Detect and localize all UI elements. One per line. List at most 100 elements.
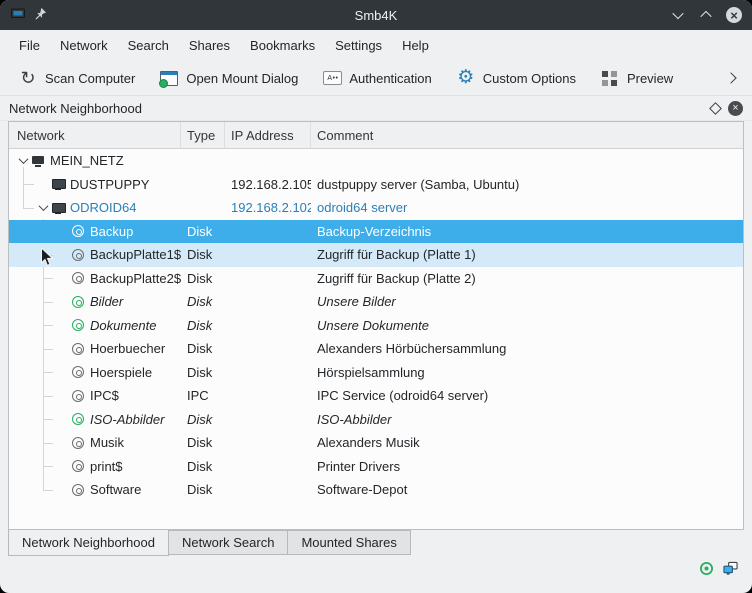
row-comment: odroid64 server	[311, 200, 743, 215]
menu-search[interactable]: Search	[119, 34, 178, 57]
toolbar-button-preview[interactable]: Preview	[592, 65, 681, 91]
network-icon	[31, 154, 45, 168]
toolbar-button-scan-computer[interactable]: Scan Computer	[10, 65, 143, 91]
tree-row-bilder[interactable]: Bilder Disk Unsere Bilder	[9, 290, 743, 314]
close-button[interactable]	[726, 7, 742, 23]
tree-row-backup[interactable]: Backup Disk Backup-Verzeichnis	[9, 220, 743, 244]
menu-help[interactable]: Help	[393, 34, 438, 57]
tree-row-musik[interactable]: Musik Disk Alexanders Musik	[9, 431, 743, 455]
host-icon	[51, 201, 65, 215]
minimize-button[interactable]	[670, 7, 686, 23]
share-icon	[71, 224, 85, 238]
row-name: IPC$	[90, 388, 119, 403]
network-status-icon	[723, 561, 738, 576]
tab-network-neighborhood[interactable]: Network Neighborhood	[8, 530, 169, 556]
column-header-type[interactable]: Type	[181, 122, 225, 148]
table-header: NetworkTypeIP AddressComment	[9, 122, 743, 149]
dock-close-button[interactable]	[728, 101, 743, 116]
row-name: Backup	[90, 224, 133, 239]
row-name: Hoerbuecher	[90, 341, 165, 356]
dock-title: Network Neighborhood	[9, 101, 711, 116]
row-comment: ISO-Abbilder	[311, 412, 743, 427]
toolbar-overflow-button[interactable]	[720, 67, 742, 89]
row-comment: Alexanders Musik	[311, 435, 743, 450]
maximize-button[interactable]	[698, 7, 714, 23]
tree-row-hoerbuecher[interactable]: Hoerbuecher Disk Alexanders Hörbüchersam…	[9, 337, 743, 361]
tab-mounted-shares[interactable]: Mounted Shares	[287, 530, 410, 555]
tabbar: Network NeighborhoodNetwork SearchMounte…	[0, 530, 752, 556]
app-icon	[10, 6, 26, 25]
column-header-comment[interactable]: Comment	[311, 122, 743, 148]
minimize-icon	[672, 8, 683, 19]
share-icon	[71, 271, 85, 285]
row-name: Bilder	[90, 294, 123, 309]
dock-buttons	[711, 101, 743, 116]
mount-dialog-icon	[159, 68, 179, 88]
row-comment: Unsere Bilder	[311, 294, 743, 309]
tree-row-software[interactable]: Software Disk Software-Depot	[9, 478, 743, 502]
row-comment: Zugriff für Backup (Platte 2)	[311, 271, 743, 286]
expander-icon[interactable]	[35, 204, 51, 211]
tree-row-backupplatte1[interactable]: BackupPlatte1$ Disk Zugriff für Backup (…	[9, 243, 743, 267]
host-icon	[51, 177, 65, 191]
tree-row-dokumente[interactable]: Dokumente Disk Unsere Dokumente	[9, 314, 743, 338]
share-icon	[71, 342, 85, 356]
tree-row-dustpuppy[interactable]: DUSTPUPPY 192.168.2.105 dustpuppy server…	[9, 173, 743, 197]
row-comment: IPC Service (odroid64 server)	[311, 388, 743, 403]
tab-network-search[interactable]: Network Search	[168, 530, 288, 555]
menu-bookmarks[interactable]: Bookmarks	[241, 34, 324, 57]
titlebar-right	[612, 7, 742, 23]
tree-row-hoerspiele[interactable]: Hoerspiele Disk Hörspielsammlung	[9, 361, 743, 385]
row-ip: 192.168.2.105	[225, 177, 311, 192]
tree-row-iso-abbilder[interactable]: ISO-Abbilder Disk ISO-Abbilder	[9, 408, 743, 432]
statusbar	[0, 556, 752, 593]
row-name: Software	[90, 482, 141, 497]
row-type: IPC	[181, 388, 225, 403]
row-comment: Backup-Verzeichnis	[311, 224, 743, 239]
share-mounted-icon	[71, 318, 85, 332]
row-type: Disk	[181, 482, 225, 497]
authentication-icon	[322, 68, 342, 88]
toolbar-button-open-mount-dialog[interactable]: Open Mount Dialog	[151, 65, 306, 91]
row-type: Disk	[181, 435, 225, 450]
row-comment: Hörspielsammlung	[311, 365, 743, 380]
window-title: Smb4K	[140, 8, 612, 23]
row-ip: 192.168.2.102	[225, 200, 311, 215]
titlebar[interactable]: Smb4K	[0, 0, 752, 30]
menu-settings[interactable]: Settings	[326, 34, 391, 57]
tree-row-backupplatte2[interactable]: BackupPlatte2$ Disk Zugriff für Backup (…	[9, 267, 743, 291]
row-type: Disk	[181, 247, 225, 262]
titlebar-left	[10, 6, 140, 25]
expander-icon[interactable]	[15, 157, 31, 164]
scan-icon	[18, 68, 38, 88]
row-type: Disk	[181, 294, 225, 309]
dock-header: Network Neighborhood	[0, 95, 752, 121]
row-type: Disk	[181, 318, 225, 333]
column-header-network[interactable]: Network	[9, 122, 181, 148]
toolbar-button-authentication[interactable]: Authentication	[314, 65, 439, 91]
row-comment: Printer Drivers	[311, 459, 743, 474]
maximize-icon	[700, 11, 711, 22]
tree-row-print[interactable]: print$ Disk Printer Drivers	[9, 455, 743, 479]
menu-shares[interactable]: Shares	[180, 34, 239, 57]
share-mounted-icon	[71, 412, 85, 426]
row-type: Disk	[181, 224, 225, 239]
share-icon	[71, 436, 85, 450]
row-name: MEIN_NETZ	[50, 153, 124, 168]
row-type: Disk	[181, 459, 225, 474]
row-type: Disk	[181, 271, 225, 286]
toolbar-button-custom-options[interactable]: Custom Options	[448, 65, 584, 91]
row-type: Disk	[181, 341, 225, 356]
pin-icon[interactable]	[34, 7, 47, 23]
menu-file[interactable]: File	[10, 34, 49, 57]
dock-float-button[interactable]	[709, 102, 722, 115]
tree-row-ipc[interactable]: IPC$ IPC IPC Service (odroid64 server)	[9, 384, 743, 408]
tree-row-mein-netz[interactable]: MEIN_NETZ	[9, 149, 743, 173]
mounted-share-indicator-icon	[699, 561, 714, 576]
tree-body[interactable]: MEIN_NETZ DUSTPUPPY 192.168.2.105 dustpu…	[9, 149, 743, 529]
tree-row-odroid64[interactable]: ODROID64 192.168.2.102 odroid64 server	[9, 196, 743, 220]
preview-icon	[600, 68, 620, 88]
menu-network[interactable]: Network	[51, 34, 117, 57]
column-header-ip-address[interactable]: IP Address	[225, 122, 311, 148]
share-icon	[71, 248, 85, 262]
